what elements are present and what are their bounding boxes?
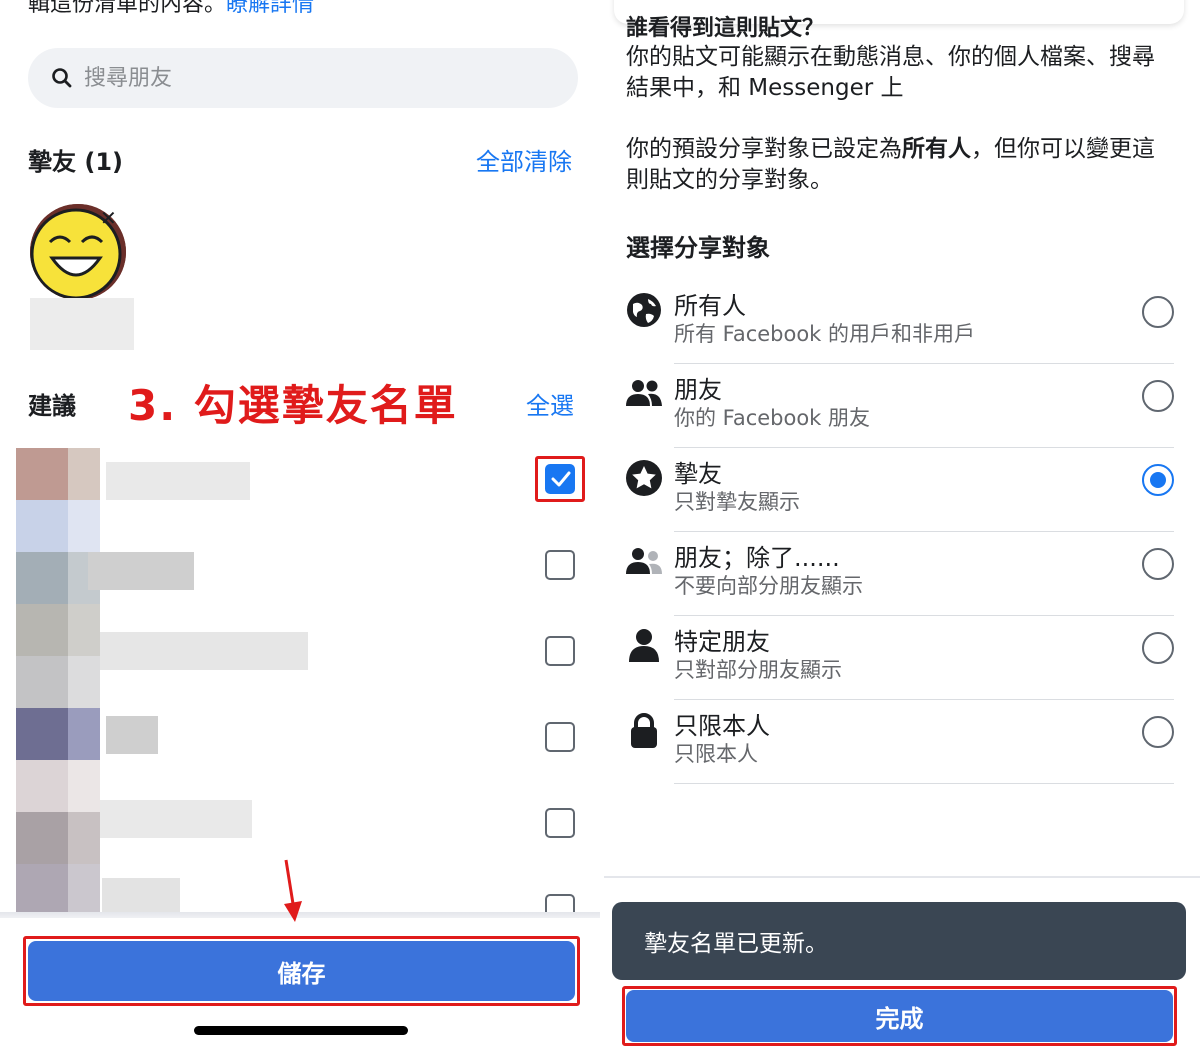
audience-option-friends-except[interactable]: 朋友；除了...... 不要向部分朋友顯示 <box>604 532 1200 616</box>
intro-text-body: 輯這份清單的內容。 <box>28 0 227 17</box>
audience-option-public[interactable]: 所有人 所有 Facebook 的用戶和非用戶 <box>604 280 1200 364</box>
post-audience-picker: 誰看得到這則貼文？ 你的貼文可能顯示在動態消息、你的個人檔案、搜尋結果中，和 M… <box>604 0 1200 1050</box>
friend-avatar-blurred <box>16 812 100 864</box>
audience-radio-selected[interactable] <box>1142 464 1174 496</box>
audience-radio[interactable] <box>1142 380 1174 412</box>
who-can-see-title: 誰看得到這則貼文？ <box>626 16 825 41</box>
checkmark-icon <box>551 471 571 487</box>
audience-description: 你的貼文可能顯示在動態消息、你的個人檔案、搜尋結果中，和 Messenger 上 <box>626 44 1155 101</box>
option-title: 摯友 <box>674 460 722 488</box>
friend-name-blurred <box>106 462 250 500</box>
footer-separator <box>604 876 1200 878</box>
search-friends-input[interactable] <box>84 48 554 108</box>
done-button[interactable]: 完成 <box>626 990 1173 1042</box>
friend-name-blurred <box>100 800 252 838</box>
friends-except-icon <box>626 548 662 574</box>
default-audience-text-a: 你的預設分享對象已設定為 <box>626 136 902 162</box>
audience-option-friends[interactable]: 朋友 你的 Facebook 朋友 <box>604 364 1200 448</box>
save-button[interactable]: 儲存 <box>28 941 575 1001</box>
person-icon <box>629 629 659 662</box>
close-friends-header: 摯友 (1) <box>28 148 123 176</box>
option-title: 朋友；除了...... <box>674 544 840 572</box>
choose-audience-heading: 選擇分享對象 <box>626 234 770 262</box>
friend-avatar-blurred <box>16 708 100 760</box>
option-title: 所有人 <box>674 292 746 320</box>
step-annotation: 3. 勾選摯友名單 <box>128 381 458 430</box>
friend-name-blurred <box>88 552 194 590</box>
option-subtitle: 所有 Facebook 的用戶和非用戶 <box>674 322 976 346</box>
friend-avatar-blurred <box>16 864 100 916</box>
friend-name-blurred <box>102 878 180 916</box>
select-all-link[interactable]: 全選 <box>526 386 574 421</box>
audience-radio[interactable] <box>1142 632 1174 664</box>
friend-checkbox[interactable] <box>545 808 575 838</box>
home-indicator <box>194 1026 408 1035</box>
friend-avatar-blurred <box>16 448 100 500</box>
friend-checkbox-checked[interactable] <box>545 464 575 494</box>
option-subtitle: 只限本人 <box>674 742 758 766</box>
audience-option-only-me[interactable]: 只限本人 只限本人 <box>604 700 1200 784</box>
default-audience-note: 你的預設分享對象已設定為所有人，但你可以變更這則貼文的分享對象。 <box>626 134 1176 196</box>
audience-option-specific-friends[interactable]: 特定朋友 只對部分朋友顯示 <box>604 616 1200 700</box>
globe-icon <box>627 293 661 327</box>
search-friends-bar[interactable] <box>28 48 578 108</box>
option-divider <box>674 783 1174 784</box>
default-audience-value: 所有人 <box>902 136 971 162</box>
friend-avatar-blurred <box>16 604 100 656</box>
toast-notification: 摯友名單已更新。 <box>612 902 1186 980</box>
option-subtitle: 不要向部分朋友顯示 <box>674 574 863 598</box>
friends-icon <box>626 380 662 406</box>
star-icon <box>626 460 662 496</box>
audience-radio[interactable] <box>1142 548 1174 580</box>
friend-avatar-blurred <box>16 500 100 552</box>
audience-radio[interactable] <box>1142 716 1174 748</box>
audience-radio[interactable] <box>1142 296 1174 328</box>
friend-name-blurred <box>106 716 158 754</box>
intro-text: 輯這份清單的內容。瞭解詳情 <box>28 0 314 18</box>
close-friend-name-blurred <box>30 298 134 350</box>
clear-all-link[interactable]: 全部清除 <box>476 142 572 177</box>
friend-avatar-blurred <box>16 656 100 708</box>
option-subtitle: 只對摯友顯示 <box>674 490 800 514</box>
friend-checkbox[interactable] <box>545 550 575 580</box>
lock-icon <box>631 713 657 748</box>
remove-close-friend-icon[interactable]: ✕ <box>100 206 117 230</box>
option-title: 只限本人 <box>674 712 770 740</box>
option-title: 特定朋友 <box>674 628 770 656</box>
friend-avatar-blurred <box>16 760 100 812</box>
friend-checkbox[interactable] <box>545 636 575 666</box>
learn-more-link[interactable]: 瞭解詳情 <box>226 0 314 17</box>
option-title: 朋友 <box>674 376 722 404</box>
option-subtitle: 只對部分朋友顯示 <box>674 658 842 682</box>
red-arrow-icon <box>284 859 302 922</box>
suggestions-header: 建議 <box>28 392 76 420</box>
close-friends-editor: 輯這份清單的內容。瞭解詳情 摯友 (1) 全部清除 ✕ 建議 3. 勾選摯友名單… <box>0 0 600 1050</box>
friend-checkbox[interactable] <box>545 722 575 752</box>
option-subtitle: 你的 Facebook 朋友 <box>674 406 871 430</box>
search-icon <box>52 68 72 88</box>
friend-name-blurred <box>100 632 308 670</box>
audience-option-close-friends[interactable]: 摯友 只對摯友顯示 <box>604 448 1200 532</box>
